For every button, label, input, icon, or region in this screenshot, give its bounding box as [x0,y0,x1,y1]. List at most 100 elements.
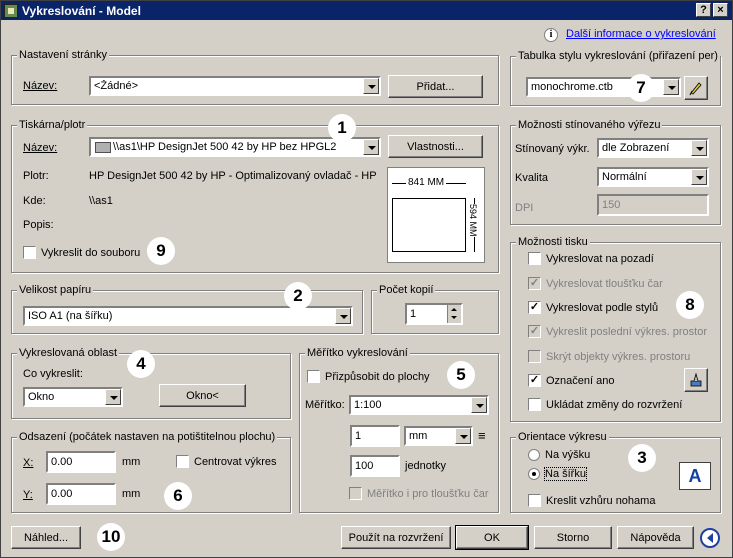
center-plot-checkbox[interactable]: Centrovat výkres [176,455,277,468]
shaded-viewport-legend: Možnosti stínovaného výřezu [516,119,663,131]
callout-4: 4 [127,350,155,378]
callout-10: 10 [97,523,125,551]
more-info-link[interactable]: Další informace o vykreslování [566,28,716,40]
preview-button[interactable]: Náhled... [11,526,81,549]
plot-to-file-checkbox[interactable]: Vykreslit do souboru [23,246,140,259]
plot-paperspace-last-checkbox[interactable]: ✓ Vykreslit poslední výkres. prostor [528,325,707,338]
scale-paper-units-input[interactable]: 1 [350,425,400,447]
shade-plot-label: Stínovaný výkr. [515,143,590,155]
plot-scale-legend: Měřítko vykreslování [305,347,410,359]
printer-icon [95,142,111,153]
printer-name-value: \\as1\HP DesignJet 500 42 by HP bez HPGL… [113,141,337,153]
paper-preview: 841 MM 594 MM [387,167,485,263]
help-title-button[interactable]: ? [696,3,711,17]
callout-1: 1 [328,114,356,142]
plot-stamp-settings-button[interactable] [684,368,708,392]
plot-dialog: Vykreslování - Model ? × i Další informa… [0,0,733,558]
what-to-plot-value: Okno [28,391,55,403]
fit-to-paper-checkbox[interactable]: Přizpůsobit do plochy [307,370,430,383]
info-icon: i [544,28,558,42]
plot-in-background-checkbox[interactable]: Vykreslovat na pozadí [528,252,654,265]
callout-5: 5 [447,361,475,389]
scale-unit-select[interactable]: mm [404,426,473,446]
callout-3: 3 [628,444,656,472]
offset-x-input[interactable]: 0.00 [46,451,116,473]
dpi-input[interactable]: 150 [597,194,709,216]
where-label: Kde: [23,195,46,207]
fit-to-paper-label: Přizpůsobit do plochy [325,370,430,383]
collapse-options-button[interactable] [700,528,720,548]
paper-size-select[interactable]: ISO A1 (na šířku) [23,306,353,326]
orientation-legend: Orientace výkresu [516,431,609,443]
plot-options-legend: Možnosti tisku [516,236,590,248]
paper-size-legend: Velikost papíru [17,284,94,296]
callout-7: 7 [627,74,655,102]
cancel-button[interactable]: Storno [534,526,612,549]
window-pick-button[interactable]: Okno< [159,384,246,407]
hide-paperspace-objects-checkbox[interactable]: Skrýt objekty výkres. prostoru [528,350,690,363]
plot-lineweights-checkbox[interactable]: ✓ Vykreslovat tloušťku čar [528,277,663,290]
equals-icon: ≡ [478,428,486,443]
copies-input[interactable]: 1 [405,303,463,325]
scale-select[interactable]: 1:100 [349,395,489,415]
where-value: \\as1 [89,195,113,207]
chevron-down-icon [363,78,379,94]
printer-name-label: Název: [23,142,58,154]
paper-outline [392,198,466,252]
edit-style-table-button[interactable] [684,76,708,100]
quality-select[interactable]: Normální [597,167,709,187]
quality-value: Normální [602,171,647,183]
spin-up-icon [451,308,457,311]
plot-upside-down-checkbox[interactable]: Kreslit vzhůru nohama [528,494,655,507]
what-to-plot-label: Co vykreslit: [23,368,83,380]
scale-lineweights-label: Měřítko i pro tloušťku čar [367,487,489,500]
paper-width-label: 841 MM [406,177,447,188]
plot-area-legend: Vykreslovaná oblast [17,347,120,359]
ok-button[interactable]: OK [455,525,529,550]
offset-legend: Odsazení (počátek nastaven na potištitel… [17,431,278,443]
close-title-button[interactable]: × [713,3,728,17]
scale-lineweights-checkbox[interactable]: Měřítko i pro tloušťku čar [349,487,489,500]
window-title: Vykreslování - Model [22,3,141,18]
scale-label: Měřítko: [305,399,345,411]
add-page-setup-button[interactable]: Přidat... [388,75,483,98]
pencil-edit-icon [689,82,702,96]
offset-y-input[interactable]: 0.00 [46,483,116,505]
title-bar: Vykreslování - Model ? × [1,1,732,20]
what-to-plot-select[interactable]: Okno [23,387,123,407]
apply-to-layout-button[interactable]: Použít na rozvržení [341,526,451,549]
chevron-left-icon [707,533,713,543]
copies-spinner[interactable] [447,305,461,323]
chevron-down-icon [455,428,471,444]
scale-value: 1:100 [354,399,382,411]
save-changes-to-layout-checkbox[interactable]: Ukládat změny do rozvržení [528,398,682,411]
shade-plot-value: dle Zobrazení [602,142,670,154]
plot-style-table-select[interactable]: monochrome.ctb [526,77,681,97]
printer-legend: Tiskárna/plotr [17,119,88,131]
plot-stamp-checkbox[interactable]: ✓ Označení ano [528,374,615,387]
offset-x-label: X: [23,457,34,469]
landscape-radio[interactable]: Na šířku [528,467,587,481]
callout-9: 9 [147,237,175,265]
shade-plot-select[interactable]: dle Zobrazení [597,138,709,158]
callout-2: 2 [284,282,312,310]
plot-style-table-legend: Tabulka stylu vykreslování (přiřazení pe… [516,50,720,62]
scale-drawing-units-input[interactable]: 100 [350,455,400,477]
dpi-label: DPI [515,202,534,214]
printer-properties-button[interactable]: Vlastnosti... [388,135,483,158]
page-setup-name-label: Název: [23,80,58,92]
orientation-preview-icon: A [679,462,711,490]
stamp-settings-icon [690,372,702,387]
chevron-down-icon [471,397,487,413]
chevron-down-icon [363,139,379,155]
plot-with-styles-checkbox[interactable]: ✓ Vykreslovat podle stylů [528,301,658,314]
page-setup-name-value: <Žádné> [94,80,139,92]
portrait-radio[interactable]: Na výšku [528,449,590,461]
page-setup-name-select[interactable]: <Žádné> [89,76,381,96]
scale-unit-value: mm [409,430,428,442]
drawing-units-label: jednotky [405,460,446,472]
help-button[interactable]: Nápověda [617,526,694,549]
offset-y-unit: mm [122,488,141,500]
copies-legend: Počet kopií [377,284,436,296]
paper-height-label: 594 MM [468,204,478,237]
